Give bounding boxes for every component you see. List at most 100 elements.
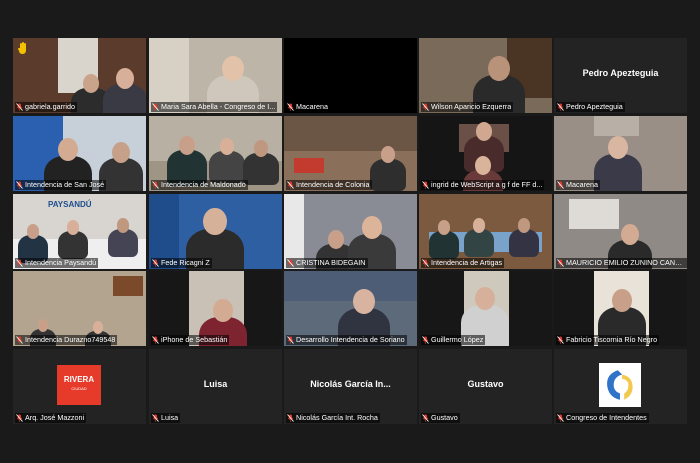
mic-muted-icon <box>557 414 564 422</box>
participant-name: MAURICIO EMILIO ZUNINO CANEPA <box>566 258 685 267</box>
participant-tile[interactable]: Intendencia Durazno749548 <box>13 271 146 346</box>
participant-tile[interactable]: Intendencia de Colonia <box>284 116 417 191</box>
mic-muted-icon <box>152 181 159 189</box>
mic-muted-icon <box>422 414 429 422</box>
participant-head <box>327 230 345 249</box>
participant-name: iPhone de Sebastián <box>161 335 228 344</box>
participant-name-label: CRISTINA BIDEGAIN <box>286 258 368 268</box>
raised-hand-icon <box>18 42 26 54</box>
background-shape <box>284 116 417 151</box>
participant-name: gabriela.garrido <box>25 102 75 111</box>
participant-head <box>380 146 396 163</box>
participant-tile[interactable]: Macarena <box>554 116 687 191</box>
participant-name-label: Fede Ricagni Z <box>151 258 212 268</box>
participant-tile[interactable]: Fede Ricagni Z <box>149 194 282 269</box>
participant-name: Intendencia Paysandú <box>25 258 97 267</box>
participant-head <box>26 224 40 239</box>
participant-tile[interactable]: Intendencia de Maldonado <box>149 116 282 191</box>
participant-head <box>488 56 510 82</box>
mic-muted-icon <box>287 181 294 189</box>
participant-name: Intendencia de Colonia <box>296 180 370 189</box>
mic-muted-icon <box>152 259 159 267</box>
participant-tile[interactable]: Congreso de Intendentes <box>554 349 687 424</box>
participant-tile[interactable]: ingrid de WebScript a g f de FF d... <box>419 116 552 191</box>
participant-tile[interactable]: Gustavo Gustavo <box>419 349 552 424</box>
participant-tile[interactable]: Intendencia de San José <box>13 116 146 191</box>
participant-head <box>37 319 49 332</box>
participant-name-label: Guillermo López <box>421 335 486 345</box>
participant-body <box>370 158 406 191</box>
participant-tile[interactable]: iPhone de Sebastián <box>149 271 282 346</box>
participant-tile[interactable]: RIVERA CIUDAD Arq. José Mazzoni <box>13 349 146 424</box>
participant-tile[interactable]: Maria Sara Abella - Congreso de I... <box>149 38 282 113</box>
participant-name-label: ingrid de WebScript a g f de FF d... <box>421 180 545 190</box>
mic-muted-icon <box>152 103 159 111</box>
participant-head <box>178 136 196 155</box>
participant-display-name: Nicolás García In... <box>310 379 391 389</box>
participant-tile[interactable]: Guillermo López <box>419 271 552 346</box>
participant-tile[interactable]: gabriela.garrido <box>13 38 146 113</box>
participant-tile[interactable]: Wilson Aparicio Ezquerra <box>419 38 552 113</box>
painting-shape <box>113 276 143 296</box>
background-shape <box>594 116 639 136</box>
rivera-logo: RIVERA CIUDAD <box>57 365 101 405</box>
mic-muted-icon <box>422 103 429 111</box>
participant-head <box>472 218 486 233</box>
participant-head <box>219 138 235 155</box>
mic-muted-icon <box>287 336 294 344</box>
participant-body <box>243 152 279 185</box>
participant-name-label: Macarena <box>556 180 600 190</box>
participant-head <box>253 140 269 157</box>
participant-name-label: Desarrollo Intendencia de Soriano <box>286 335 407 345</box>
mic-muted-icon <box>16 414 23 422</box>
participant-tile[interactable]: Luisa Luisa <box>149 349 282 424</box>
participant-name-label: Nicolás García Int. Rocha <box>286 413 380 423</box>
participant-name: Luisa <box>161 413 179 422</box>
mic-muted-icon <box>557 103 564 111</box>
participant-tile[interactable]: MAURICIO EMILIO ZUNINO CANEPA <box>554 194 687 269</box>
participant-head <box>66 220 80 235</box>
participant-tile[interactable]: CRISTINA BIDEGAIN <box>284 194 417 269</box>
participant-tile[interactable]: Macarena <box>284 38 417 113</box>
participant-head <box>474 156 492 175</box>
mic-muted-icon <box>287 103 294 111</box>
participant-head <box>612 289 632 313</box>
participant-name-label: gabriela.garrido <box>15 102 77 112</box>
portrait-frame <box>569 199 619 229</box>
participant-head <box>475 122 493 141</box>
participant-name: Congreso de Intendentes <box>566 413 647 422</box>
participant-body <box>209 150 245 183</box>
background-shape <box>284 271 417 301</box>
participant-name: Nicolás García Int. Rocha <box>296 413 378 422</box>
participant-name-label: Macarena <box>286 102 330 112</box>
participant-head <box>437 220 451 235</box>
participant-tile[interactable]: Intendencia de Artigas <box>419 194 552 269</box>
participant-tile[interactable]: Desarrollo Intendencia de Soriano <box>284 271 417 346</box>
participant-head <box>116 68 134 89</box>
participant-tile[interactable]: PAYSANDÚ Intendencia Paysandú <box>13 194 146 269</box>
participant-name-label: Intendencia Paysandú <box>15 258 99 268</box>
participant-tile[interactable]: Pedro Apezteguia Pedro Apezteguia <box>554 38 687 113</box>
participant-head <box>608 136 628 160</box>
participant-name-label: MAURICIO EMILIO ZUNINO CANEPA <box>556 258 687 268</box>
participant-display-name: Luisa <box>203 379 228 389</box>
participant-body <box>57 231 89 260</box>
mic-muted-icon <box>557 259 564 267</box>
participant-name-label: Luisa <box>151 413 181 423</box>
mic-muted-icon <box>422 259 429 267</box>
participant-name: Pedro Apezteguia <box>566 102 623 111</box>
participant-name: Fabricio Tiscornia Río Negro <box>566 335 658 344</box>
participant-name: Intendencia de Maldonado <box>161 180 246 189</box>
participant-tile[interactable]: Nicolás García In... Nicolás García Int. … <box>284 349 417 424</box>
participant-display-name: Gustavo <box>467 379 504 389</box>
participant-name-label: Congreso de Intendentes <box>556 413 649 423</box>
participant-name-label: Intendencia Durazno749548 <box>15 335 118 345</box>
participant-body <box>107 229 139 258</box>
participant-tile[interactable]: Fabricio Tiscornia Río Negro <box>554 271 687 346</box>
mic-muted-icon <box>557 181 564 189</box>
participant-head <box>475 287 495 311</box>
mic-muted-icon <box>152 414 159 422</box>
mic-muted-icon <box>287 259 294 267</box>
participant-name-label: Intendencia de Artigas <box>421 258 505 268</box>
participant-head <box>116 218 130 233</box>
